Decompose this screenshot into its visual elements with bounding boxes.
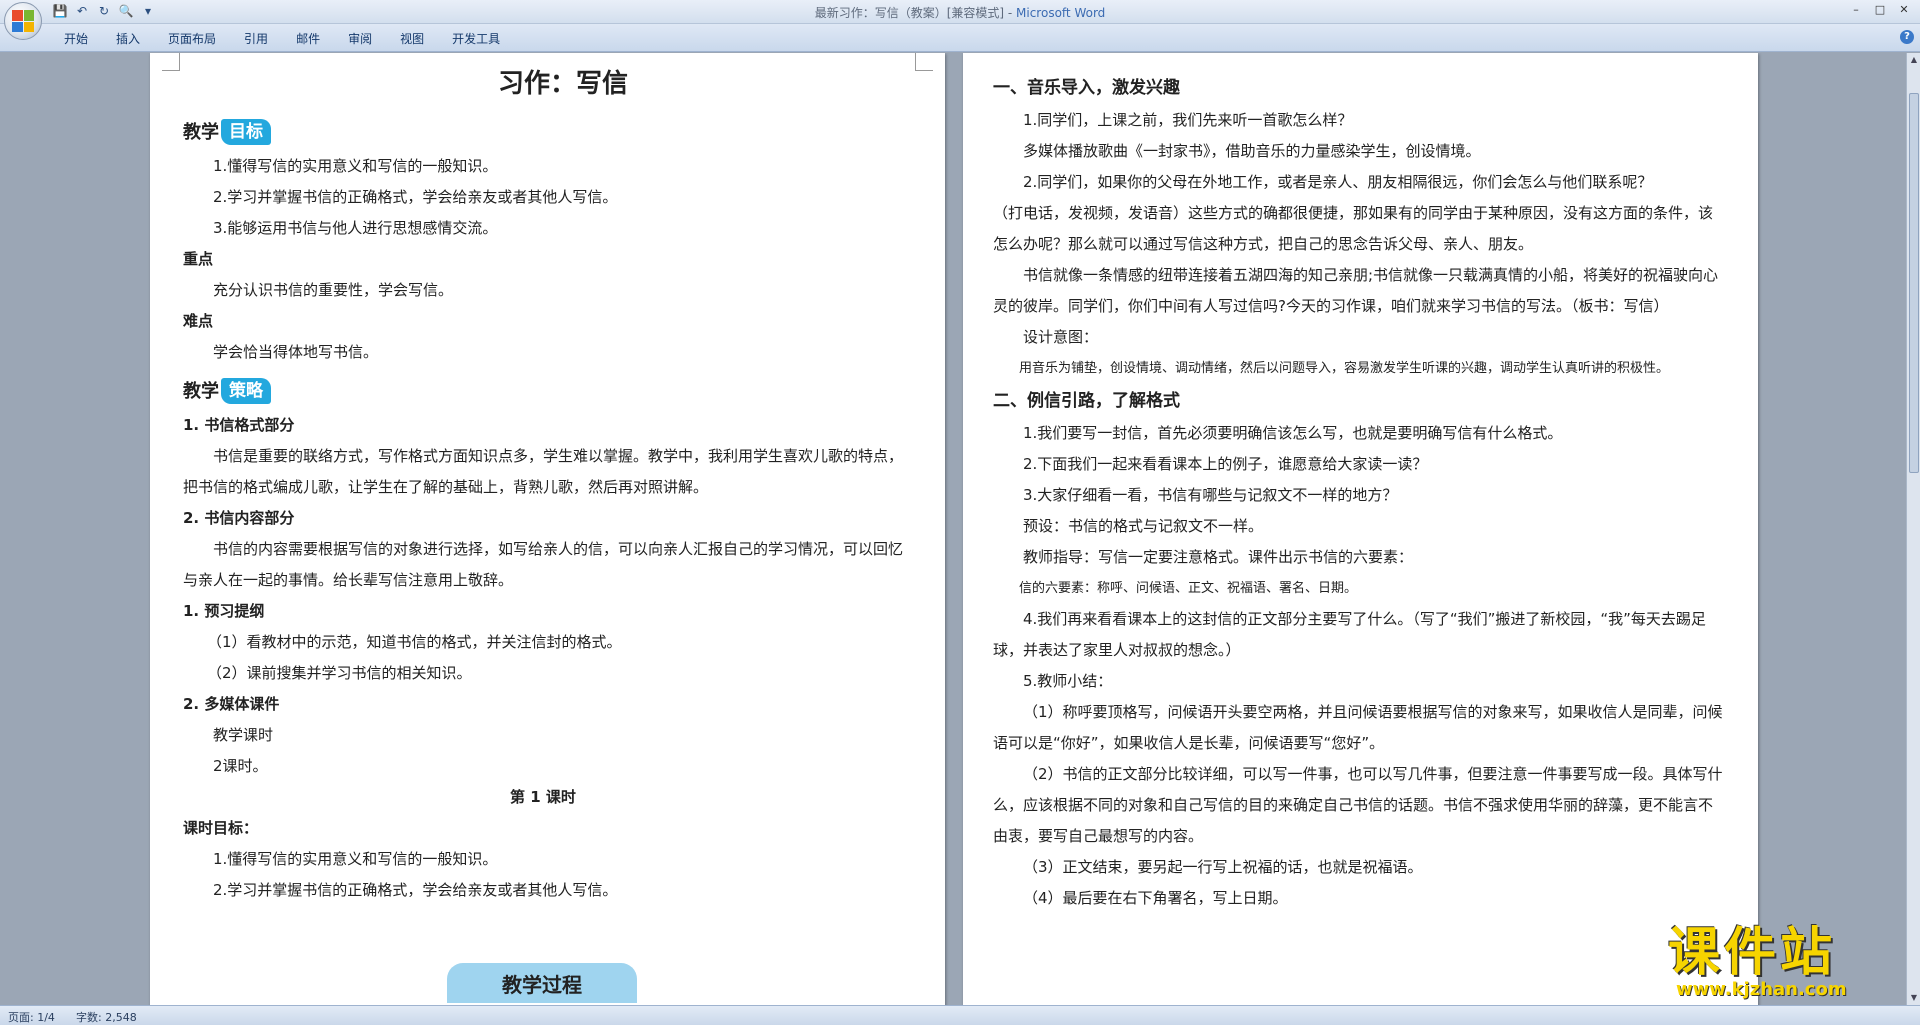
app-name: Microsoft Word — [1016, 6, 1106, 20]
watermark-text: 课件站 — [1668, 923, 1837, 983]
subheading: 2. 多媒体课件 — [183, 695, 280, 713]
tab-view[interactable]: 视图 — [386, 30, 438, 47]
goal-item: 1.懂得写信的实用意义和写信的一般知识。 — [213, 157, 498, 175]
heading-part: 教学 — [183, 380, 219, 402]
document-title: 习作：写信 — [497, 69, 628, 99]
summary-item: （2）书信的正文部分比较详细，可以写一件事，也可以写几件事，但要注意一件事要写成… — [993, 765, 1723, 845]
paragraph: （打电话，发视频，发语音）这些方式的确都很便捷，那如果有的同学由于某种原因，没有… — [993, 204, 1714, 253]
watermark-url: www.kjzhan.com — [1676, 979, 1847, 1000]
maximize-button[interactable]: □ — [1868, 0, 1892, 18]
paragraph: 预设：书信的格式与记叙文不一样。 — [1023, 517, 1264, 535]
paragraph: 2.下面我们一起来看看课本上的例子，谁愿意给大家读一读？ — [1023, 455, 1428, 473]
key-point-label: 重点 — [183, 250, 214, 268]
paragraph: 3.大家仔细看一看，书信有哪些与记叙文不一样的地方？ — [1023, 486, 1398, 504]
subheading: 2. 书信内容部分 — [183, 509, 295, 527]
paragraph: 4.我们再来看看课本上的这封信的正文部分主要写了什么。（写了“我们”搬进了新校园… — [993, 610, 1706, 659]
paragraph: 书信的内容需要根据写信的对象进行选择，如写给亲人的信，可以向亲人汇报自己的学习情… — [183, 540, 904, 589]
summary-item: （3）正文结束，要另起一行写上祝福的话，也就是祝福语。 — [1023, 858, 1423, 876]
page-2-content: 一、音乐导入，激发兴趣 1.同学们，上课之前，我们先来听一首歌怎么样？ 多媒体播… — [993, 71, 1723, 914]
section-heading-goals: 教学 目标 — [183, 117, 903, 147]
banner-teaching-process: 教学过程 — [447, 963, 637, 1003]
margin-corner-mark — [915, 53, 933, 71]
heading-badge: 目标 — [221, 119, 271, 145]
list-item: （2）课前搜集并学习书信的相关知识。 — [207, 664, 472, 682]
window-controls: – □ ✕ — [1844, 0, 1916, 18]
tab-mailings[interactable]: 邮件 — [282, 30, 334, 47]
goal-item: 3.能够运用书信与他人进行思想感情交流。 — [213, 219, 498, 237]
heading-badge: 策略 — [221, 378, 271, 404]
summary-item: （4）最后要在右下角署名，写上日期。 — [1023, 889, 1288, 907]
list-item: 2课时。 — [213, 757, 268, 775]
key-point-text: 充分认识书信的重要性，学会写信。 — [213, 281, 454, 299]
scroll-up-icon[interactable]: ▲ — [1909, 55, 1919, 65]
design-text: 用音乐为铺垫，创设情境、调动情绪，然后以问题导入，容易激发学生听课的兴趣，调动学… — [1019, 361, 1670, 376]
summary-item: （1）称呼要顶格写，问候语开头要空两格，并且问候语要根据写信的对象来写，如果收信… — [993, 703, 1723, 752]
ribbon-tabs-bar: 开始 插入 页面布局 引用 邮件 审阅 视图 开发工具 ? — [0, 24, 1920, 52]
lesson-title: 第 1 课时 — [510, 788, 576, 806]
page-2[interactable]: 一、音乐导入，激发兴趣 1.同学们，上课之前，我们先来听一首歌怎么样？ 多媒体播… — [963, 53, 1758, 1005]
tab-references[interactable]: 引用 — [230, 30, 282, 47]
help-icon[interactable]: ? — [1900, 30, 1914, 44]
scrollbar-thumb[interactable] — [1909, 93, 1919, 473]
close-button[interactable]: ✕ — [1892, 0, 1916, 18]
vertical-scrollbar[interactable]: ▲ ▼ — [1906, 53, 1920, 1005]
word-count[interactable]: 字数: 2,548 — [76, 1009, 137, 1025]
scroll-down-icon[interactable]: ▼ — [1909, 993, 1919, 1003]
paragraph: 书信是重要的联络方式，写作格式方面知识点多，学生难以掌握。教学中，我利用学生喜欢… — [183, 447, 904, 496]
goal-item: 2.学习并掌握书信的正确格式，学会给亲友或者其他人写信。 — [213, 188, 618, 206]
lesson-goal-item: 1.懂得写信的实用意义和写信的一般知识。 — [213, 850, 498, 868]
paragraph: 教师指导：写信一定要注意格式。课件出示书信的六要素： — [1023, 548, 1414, 566]
watermark-logo: 课件站 www.kjzhan.com — [1668, 925, 1908, 1005]
title-bar: 💾 ↶ ↻ 🔍 ▾ 最新习作：写信（教案）[兼容模式] - Microsoft … — [0, 0, 1920, 40]
document-name: 最新习作：写信（教案）[兼容模式] - — [814, 6, 1017, 20]
tab-home[interactable]: 开始 — [50, 30, 102, 47]
paragraph: 1.我们要写一封信，首先必须要明确信该怎么写，也就是要明确写信有什么格式。 — [1023, 424, 1563, 442]
window-title: 最新习作：写信（教案）[兼容模式] - Microsoft Word — [0, 4, 1920, 21]
page-1-content: 习作：写信 教学 目标 1.懂得写信的实用意义和写信的一般知识。 2.学习并掌握… — [183, 59, 903, 906]
paragraph: 多媒体播放歌曲《一封家书》，借助音乐的力量感染学生，创设情境。 — [1023, 142, 1481, 160]
tab-insert[interactable]: 插入 — [102, 30, 154, 47]
heading-part: 教学 — [183, 121, 219, 143]
ribbon-tabs: 开始 插入 页面布局 引用 邮件 审阅 视图 开发工具 — [50, 30, 514, 47]
summary-label: 5.教师小结： — [1023, 672, 1113, 690]
six-elements: 信的六要素：称呼、问候语、正文、祝福语、署名、日期。 — [1019, 581, 1358, 596]
office-button[interactable] — [4, 2, 42, 40]
tab-developer[interactable]: 开发工具 — [438, 30, 514, 47]
tab-review[interactable]: 审阅 — [334, 30, 386, 47]
office-logo-icon — [12, 10, 34, 32]
section-heading: 一、音乐导入，激发兴趣 — [993, 78, 1180, 98]
document-workspace[interactable]: 习作：写信 教学 目标 1.懂得写信的实用意义和写信的一般知识。 2.学习并掌握… — [0, 53, 1906, 1005]
section-heading-strategy: 教学 策略 — [183, 376, 903, 406]
design-label: 设计意图： — [1023, 328, 1099, 346]
status-bar: 页面: 1/4 字数: 2,548 — [0, 1005, 1920, 1025]
lesson-goal-item: 2.学习并掌握书信的正确格式，学会给亲友或者其他人写信。 — [213, 881, 618, 899]
subheading: 1. 书信格式部分 — [183, 416, 295, 434]
paragraph: 1.同学们，上课之前，我们先来听一首歌怎么样？ — [1023, 111, 1353, 129]
list-item: （1）看教材中的示范，知道书信的格式，并关注信封的格式。 — [207, 633, 622, 651]
list-item: 教学课时 — [213, 726, 274, 744]
lesson-goal-label: 课时目标： — [183, 819, 259, 837]
minimize-button[interactable]: – — [1844, 0, 1868, 18]
paragraph: 2.同学们，如果你的父母在外地工作，或者是亲人、朋友相隔很远，你们会怎么与他们联… — [1023, 173, 1653, 191]
difficulty-text: 学会恰当得体地写书信。 — [213, 343, 379, 361]
page-1[interactable]: 习作：写信 教学 目标 1.懂得写信的实用意义和写信的一般知识。 2.学习并掌握… — [150, 53, 945, 1005]
difficulty-label: 难点 — [183, 312, 214, 330]
section-heading: 二、例信引路，了解格式 — [993, 391, 1180, 411]
tab-page-layout[interactable]: 页面布局 — [154, 30, 230, 47]
subheading: 1. 预习提纲 — [183, 602, 265, 620]
paragraph: 书信就像一条情感的纽带连接着五湖四海的知己亲朋;书信就像一只载满真情的小船，将美… — [993, 266, 1719, 315]
page-indicator[interactable]: 页面: 1/4 — [8, 1009, 55, 1025]
margin-corner-mark — [162, 53, 180, 71]
